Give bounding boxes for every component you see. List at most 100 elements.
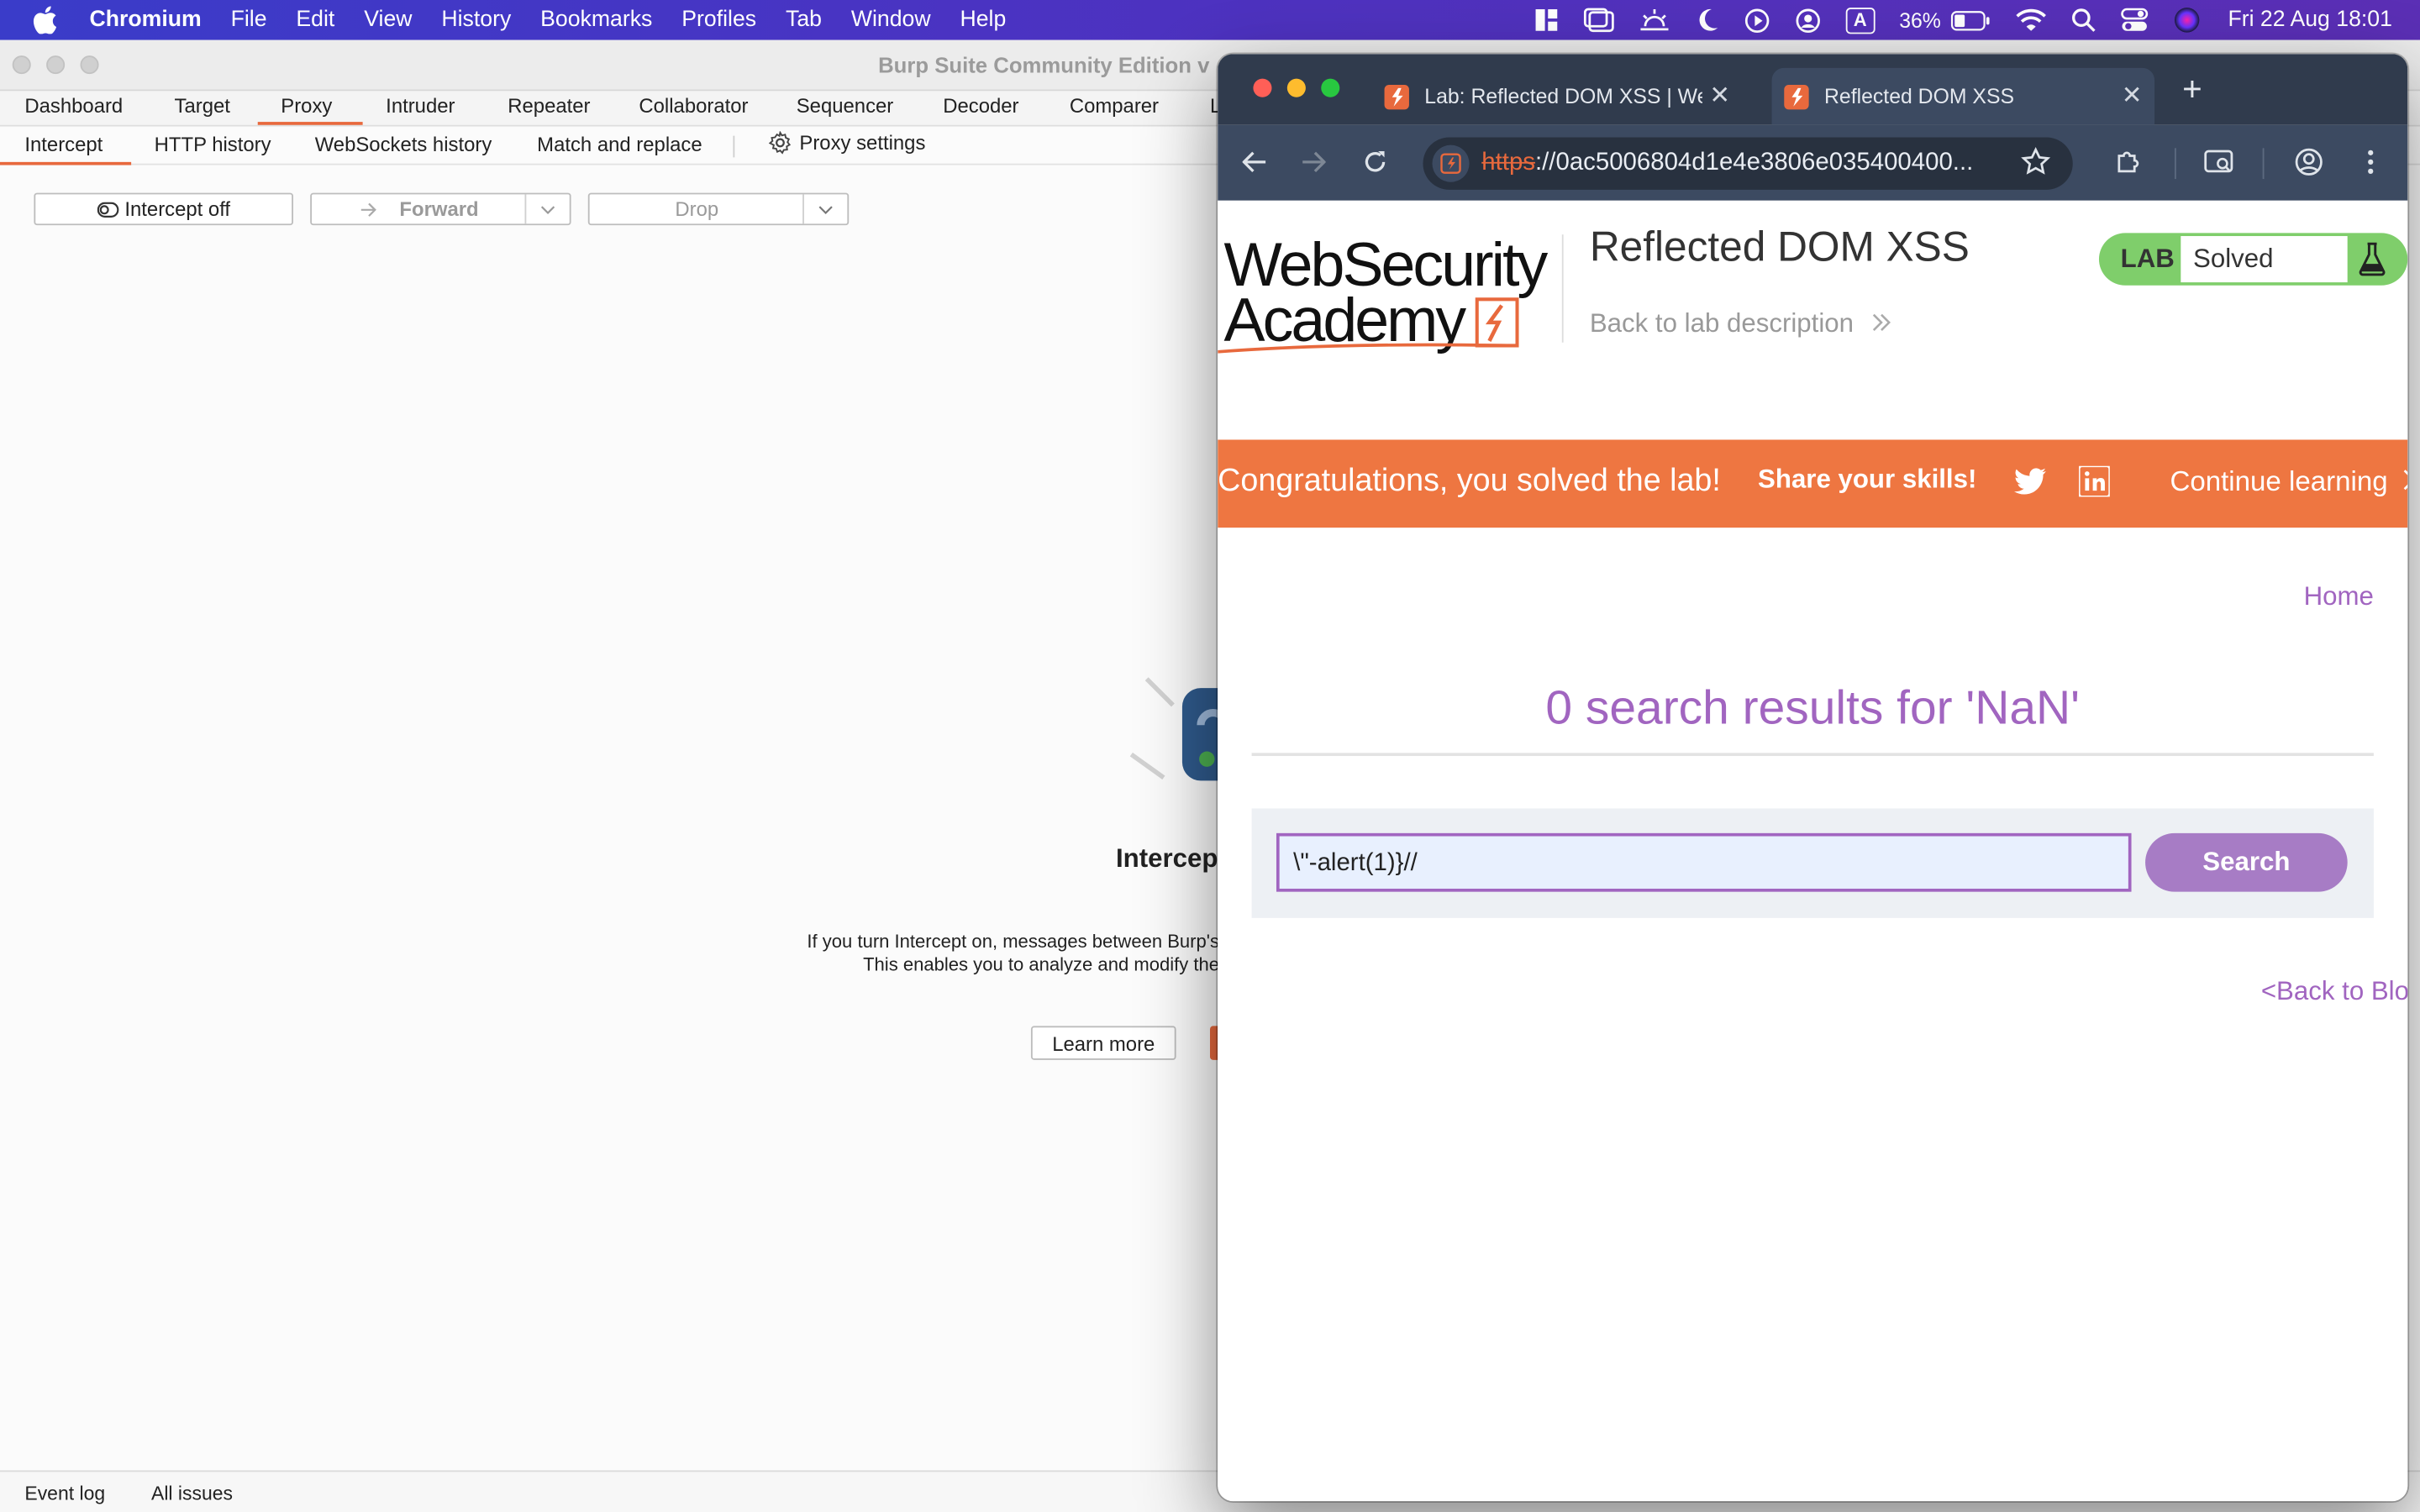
browser-tab-title: Reflected DOM XSS: [1824, 85, 2015, 108]
url-text[interactable]: https://0ac5006804d1e4e3806e035400400...: [1481, 150, 1973, 177]
lab-badge-label: LAB: [2120, 244, 2175, 274]
battery-icon: [1950, 10, 1989, 30]
forward-arrow-icon[interactable]: [1298, 146, 1329, 177]
forward-dropdown-icon[interactable]: [524, 194, 569, 224]
search-form: \"-alert(1)}// Search: [1251, 808, 2374, 918]
drop-button[interactable]: Drop: [587, 192, 850, 226]
menu-help[interactable]: Help: [960, 8, 1007, 32]
menu-bookmarks[interactable]: Bookmarks: [540, 8, 652, 32]
drop-dropdown-icon[interactable]: [802, 194, 847, 224]
home-link[interactable]: Home: [2304, 581, 2374, 612]
continue-learning-link[interactable]: Continue learning: [2170, 465, 2408, 499]
header-divider: [1561, 234, 1564, 343]
menu-edit[interactable]: Edit: [296, 8, 334, 32]
profile-icon[interactable]: [2293, 146, 2324, 177]
browser-tab-active[interactable]: Reflected DOM XSS ✕: [1771, 67, 2155, 125]
focus-moon-icon[interactable]: [1695, 8, 1719, 32]
back-to-lab-description-link[interactable]: Back to lab description: [1590, 308, 1892, 339]
tab-decoder[interactable]: Decoder: [943, 94, 1018, 118]
menu-file[interactable]: File: [231, 8, 267, 32]
input-source-icon[interactable]: A: [1845, 7, 1875, 34]
back-to-blog-link[interactable]: <Back to Blo: [2261, 977, 2407, 1008]
search-button[interactable]: Search: [2145, 832, 2348, 892]
subtab-intercept[interactable]: Intercept: [0, 133, 130, 165]
forward-arrow-icon: [360, 202, 378, 217]
menu-view[interactable]: View: [364, 8, 412, 32]
site-info-icon[interactable]: [1432, 144, 1470, 182]
tab-proxy[interactable]: Proxy: [257, 94, 364, 125]
close-tab-icon[interactable]: ✕: [2122, 81, 2143, 112]
address-bar[interactable]: https://0ac5006804d1e4e3806e035400400...: [1423, 137, 2073, 190]
night-shift-icon[interactable]: [1639, 8, 1670, 32]
chromium-window: Lab: Reflected DOM XSS | We ✕ Reflected …: [1218, 54, 2408, 1502]
tab-target[interactable]: Target: [175, 94, 230, 118]
all-issues-button[interactable]: All issues: [151, 1483, 233, 1504]
double-chevron-right-icon: [2403, 470, 2408, 491]
minimize-window-button[interactable]: [46, 55, 66, 75]
double-chevron-right-icon: [1872, 313, 1891, 331]
portswigger-favicon-icon: [1384, 84, 1409, 109]
stage-manager-icon[interactable]: [1583, 8, 1614, 33]
battery-percent: 36%: [1899, 8, 1941, 32]
browser-tab-lab-description[interactable]: Lab: Reflected DOM XSS | We ✕: [1372, 68, 1758, 125]
menu-window[interactable]: Window: [851, 8, 931, 32]
forward-button[interactable]: Forward: [310, 192, 571, 226]
apple-icon[interactable]: [31, 6, 59, 34]
tab-repeater[interactable]: Repeater: [508, 94, 590, 118]
intercept-toggle-button[interactable]: Intercept off: [34, 192, 293, 226]
menu-tab[interactable]: Tab: [786, 8, 822, 32]
siri-icon[interactable]: [2172, 6, 2200, 34]
spotlight-search-icon[interactable]: [2070, 8, 2095, 32]
twitter-icon[interactable]: [2013, 468, 2047, 503]
toolbar-divider: [2174, 148, 2176, 180]
zoom-window-button[interactable]: [80, 55, 99, 75]
chromium-minimize-button[interactable]: [1286, 78, 1306, 97]
back-arrow-icon[interactable]: [1239, 146, 1270, 177]
portswigger-favicon-icon: [1784, 84, 1809, 109]
drop-label: Drop: [675, 197, 719, 221]
continue-learning-label: Continue learning: [2170, 465, 2388, 497]
wifi-icon[interactable]: [2015, 8, 2046, 32]
menu-profiles[interactable]: Profiles: [681, 8, 756, 32]
battery-status[interactable]: 36%: [1899, 8, 1990, 32]
url-host-path: ://0ac5006804d1e4e3806e035400400...: [1534, 150, 1974, 176]
bookmark-star-icon[interactable]: [2020, 146, 2051, 185]
intercept-empty-heading: Intercep: [1115, 843, 1218, 874]
user-account-icon[interactable]: [1795, 7, 1821, 33]
tab-intruder[interactable]: Intruder: [386, 94, 455, 118]
proxy-settings-button[interactable]: Proxy settings: [768, 131, 925, 155]
menubar-clock[interactable]: Fri 22 Aug 18:01: [2228, 8, 2391, 32]
menu-history[interactable]: History: [441, 8, 511, 32]
close-window-button[interactable]: [12, 55, 31, 75]
window-layout-icon[interactable]: [1534, 8, 1558, 32]
subtab-divider: [733, 135, 735, 158]
tab-comparer[interactable]: Comparer: [1070, 94, 1159, 118]
tab-sequencer[interactable]: Sequencer: [797, 94, 894, 118]
new-tab-plus-icon[interactable]: +: [2182, 70, 2202, 110]
chromium-toolbar: https://0ac5006804d1e4e3806e035400400...: [1218, 124, 2408, 201]
media-play-icon[interactable]: [1744, 7, 1770, 33]
event-log-button[interactable]: Event log: [24, 1483, 105, 1504]
banner-share-text: Share your skills!: [1758, 464, 1977, 494]
close-tab-icon[interactable]: ✕: [1709, 81, 1730, 112]
search-input[interactable]: \"-alert(1)}//: [1276, 832, 2132, 892]
subtab-websockets-history[interactable]: WebSockets history: [315, 133, 492, 156]
linkedin-icon[interactable]: [2077, 465, 2112, 505]
tab-search-icon[interactable]: [2204, 146, 2235, 177]
extensions-puzzle-icon[interactable]: [2112, 146, 2144, 177]
intercept-toggle-label: Intercept off: [124, 197, 231, 221]
control-center-icon[interactable]: [2120, 8, 2148, 32]
chromium-close-button[interactable]: [1253, 78, 1272, 97]
reload-icon[interactable]: [1360, 146, 1391, 177]
tab-collaborator[interactable]: Collaborator: [639, 94, 748, 118]
menu-bar: Chromium File Edit View History Bookmark…: [0, 0, 2420, 40]
learn-more-button[interactable]: Learn more: [1030, 1026, 1176, 1060]
intercept-empty-desc-1: If you turn Intercept on, messages betwe…: [807, 930, 1220, 953]
tab-dashboard[interactable]: Dashboard: [24, 94, 123, 118]
web-security-academy-logo[interactable]: WebSecurity Academy: [1218, 232, 1556, 358]
subtab-http-history[interactable]: HTTP history: [155, 133, 271, 156]
subtab-match-replace[interactable]: Match and replace: [537, 133, 702, 156]
menu-app-name[interactable]: Chromium: [90, 8, 202, 32]
chromium-zoom-button[interactable]: [1321, 78, 1340, 97]
kebab-menu-icon[interactable]: [2355, 146, 2386, 177]
